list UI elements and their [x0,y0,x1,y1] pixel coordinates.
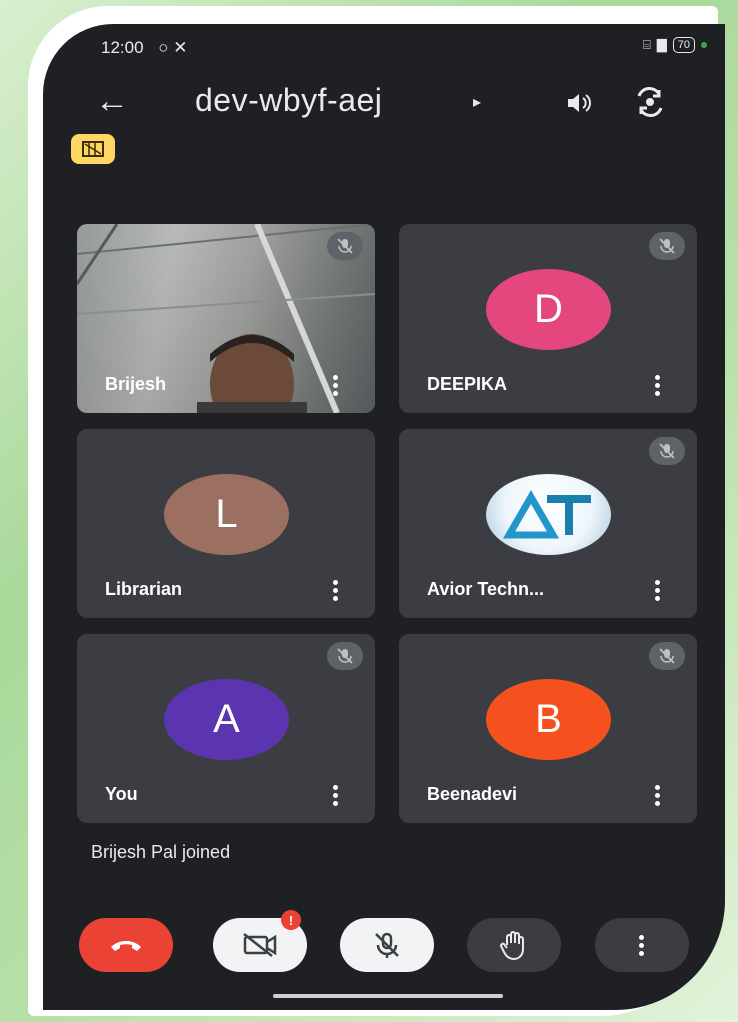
signal-icon: ▇ [656,37,667,52]
mic-off-icon [375,932,399,958]
x-icon: ✕ [173,38,188,57]
status-time: 12:00 [101,38,144,57]
more-options-icon[interactable] [655,782,661,809]
participant-tile-brijesh[interactable]: Brijesh [77,224,375,413]
more-options-icon[interactable] [333,782,339,809]
alert-badge: ! [281,910,301,930]
mic-off-icon [649,642,685,670]
raise-hand-button[interactable] [467,918,561,972]
phone-screen: 12:00 ○ ✕ ⌸ ▇ 70 ← dev-wbyf-aej ▸ Brijes… [43,24,725,1010]
participant-name: Librarian [105,579,183,599]
participant-name: Beenadevi [427,784,518,804]
more-vert-icon [639,932,645,959]
meeting-code-title[interactable]: dev-wbyf-aej [195,82,382,119]
camera-toggle-button[interactable]: ! [213,910,307,972]
participant-tile-deepika[interactable]: D DEEPIKA [399,224,697,413]
more-options-icon[interactable] [655,577,661,604]
more-options-icon[interactable] [655,372,661,399]
speaker-icon[interactable] [563,88,593,123]
mic-off-icon [649,437,685,465]
participant-tile-you[interactable]: A You [77,634,375,823]
caret-right-icon[interactable]: ▸ [473,92,481,112]
status-bar: 12:00 ○ ✕ [101,38,188,58]
mic-toggle-button[interactable] [340,918,434,972]
avatar: A [164,679,289,760]
participant-name: You [105,784,138,804]
battery-indicator: 70 [672,37,695,53]
participant-tile-avior[interactable]: Avior Techn... [399,429,697,618]
meeting-info-badge[interactable] [71,134,115,164]
company-logo-avatar [486,474,611,555]
participant-tile-beenadevi[interactable]: B Beenadevi [399,634,697,823]
volte-icon: ⌸ [642,37,651,52]
cast-icon: ○ [158,38,169,57]
layout-icon [82,141,104,157]
meeting-header: ← dev-wbyf-aej ▸ [43,82,725,132]
participant-tile-librarian[interactable]: L Librarian [77,429,375,618]
avatar: B [486,679,611,760]
participant-name: DEEPIKA [427,374,508,394]
more-options-button[interactable] [595,918,689,972]
end-call-button[interactable] [79,918,173,972]
participant-name: Avior Techn... [427,579,545,599]
participant-name: Brijesh [105,374,167,394]
mic-off-icon [649,232,685,260]
more-options-icon[interactable] [333,372,339,399]
status-icons: ⌸ ▇ 70 [643,37,707,53]
avior-logo-icon [502,489,591,538]
switch-camera-icon[interactable] [633,86,667,123]
avatar: L [164,474,289,555]
hang-up-icon [111,941,141,951]
avatar: D [486,269,611,350]
privacy-dot-icon [701,42,707,48]
join-notification: Brijesh Pal joined [91,842,231,862]
more-options-icon[interactable] [333,577,339,604]
back-arrow-icon[interactable]: ← [95,82,129,121]
mic-off-icon [327,232,363,260]
video-off-icon [243,933,277,957]
home-indicator[interactable] [273,994,503,998]
hand-icon [500,931,524,961]
mic-off-icon [327,642,363,670]
